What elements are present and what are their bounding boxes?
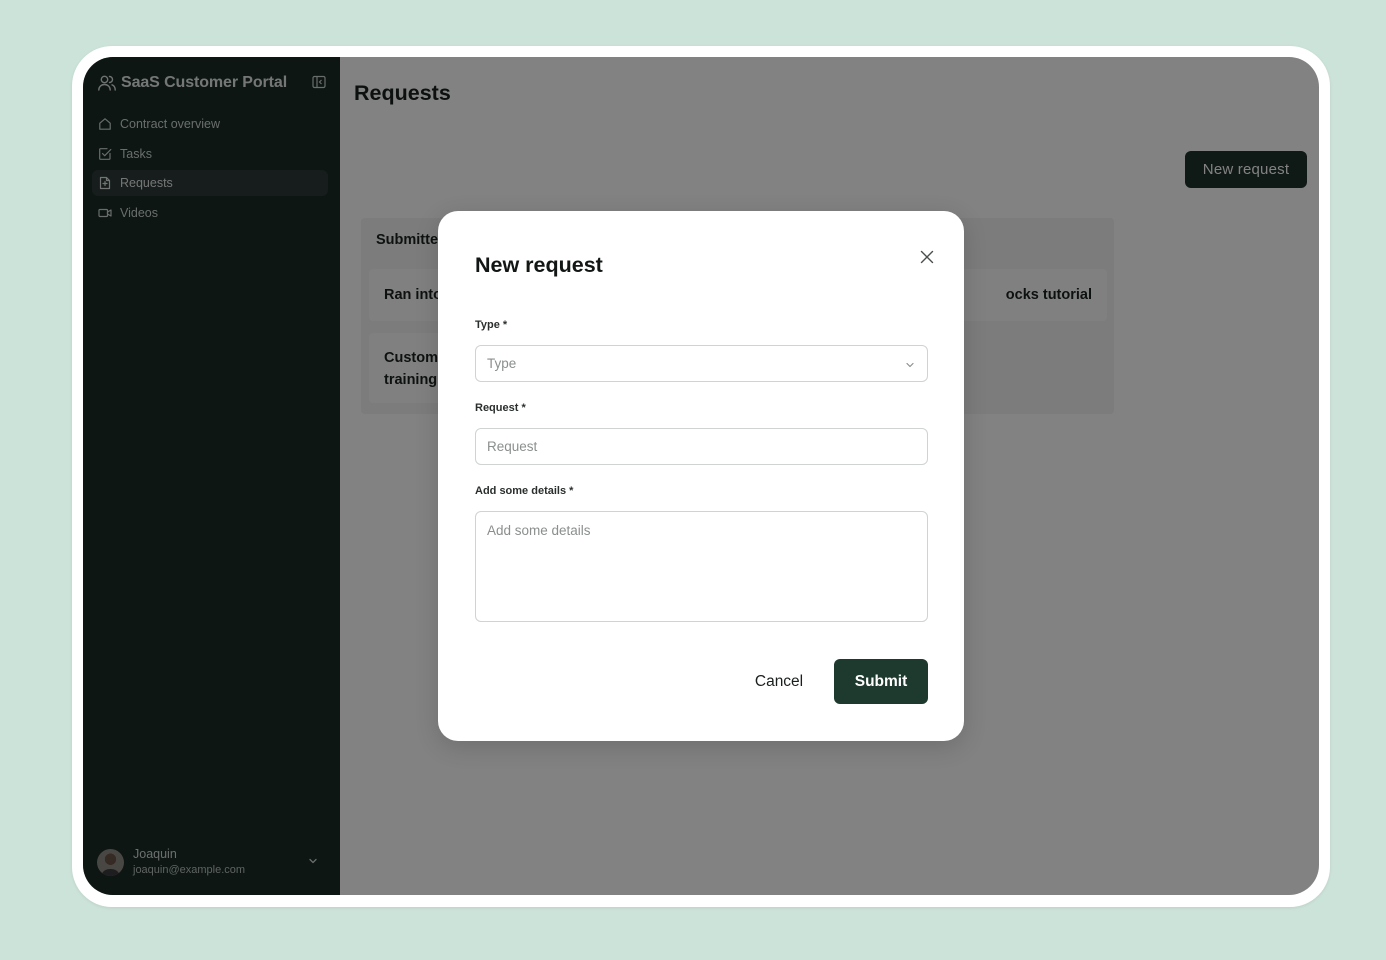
device-frame: SaaS Customer Portal Contract overview T… xyxy=(72,46,1330,907)
app-window: SaaS Customer Portal Contract overview T… xyxy=(83,57,1319,895)
request-label: Request * xyxy=(475,402,526,414)
new-request-dialog: New request Type * Type Request * Add so… xyxy=(438,211,964,741)
close-icon[interactable] xyxy=(918,248,936,266)
request-input[interactable] xyxy=(475,428,928,465)
chevron-down-icon xyxy=(905,360,915,370)
details-textarea[interactable] xyxy=(475,511,928,622)
cancel-button[interactable]: Cancel xyxy=(734,660,824,704)
type-label: Type * xyxy=(475,319,508,331)
submit-button[interactable]: Submit xyxy=(834,659,928,704)
type-select-placeholder: Type xyxy=(487,356,517,371)
type-select[interactable]: Type xyxy=(475,345,928,382)
details-label: Add some details * xyxy=(475,485,574,497)
dialog-title: New request xyxy=(475,253,603,277)
